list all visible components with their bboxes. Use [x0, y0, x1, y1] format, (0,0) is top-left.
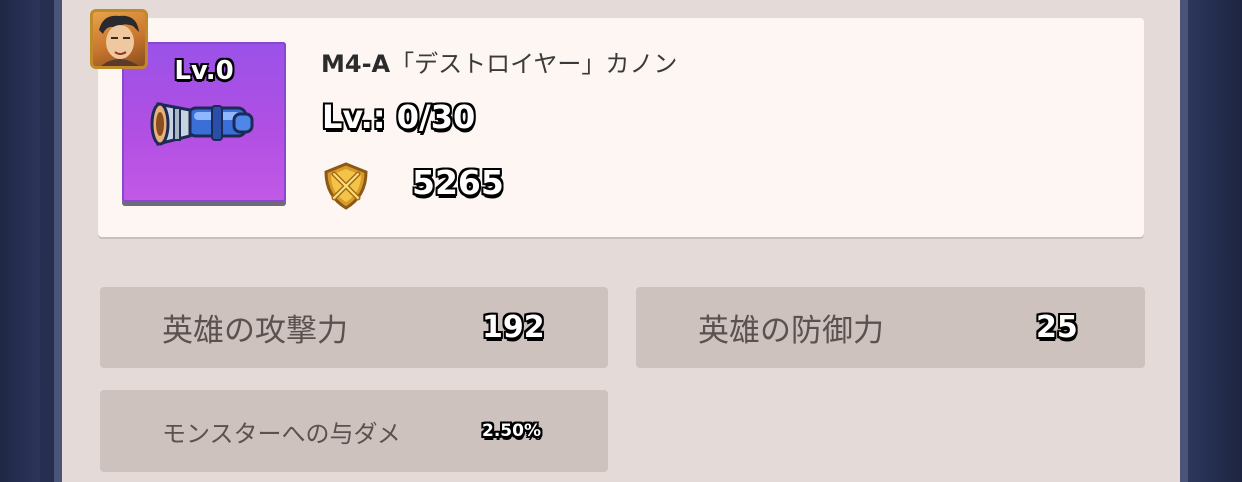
level-label: Lv.:: [322, 98, 386, 136]
item-name: 「デストロイヤー」カノン: [390, 50, 678, 78]
stat-hero-attack: 英雄の攻撃力 192: [100, 287, 608, 368]
stat-label: 英雄の攻撃力: [162, 313, 348, 349]
hero-portrait-icon[interactable]: [90, 9, 148, 69]
stat-label: モンスターへの与ダメ: [162, 419, 401, 448]
stat-value: 2.50%: [482, 421, 541, 441]
background-right: [1180, 0, 1242, 482]
item-model: M4-A: [321, 50, 391, 78]
hero-face: [99, 15, 139, 66]
background-left: [0, 0, 40, 482]
power-value: 5265: [412, 163, 504, 202]
level-value: 0/30: [396, 98, 476, 136]
stat-value: 25: [1036, 310, 1078, 345]
crossed-swords-shield-icon: [324, 162, 368, 210]
item-title: M4-A「デストロイヤー」カノン: [321, 44, 677, 79]
cannon-icon: [150, 102, 254, 146]
stat-hero-defense: 英雄の防御力 25: [636, 287, 1145, 368]
stat-label: 英雄の防御力: [698, 313, 884, 349]
stat-monster-damage: モンスターへの与ダメ 2.50%: [100, 390, 608, 472]
item-level-line: Lv.: 0/30: [322, 98, 475, 136]
stat-value: 192: [482, 310, 545, 345]
